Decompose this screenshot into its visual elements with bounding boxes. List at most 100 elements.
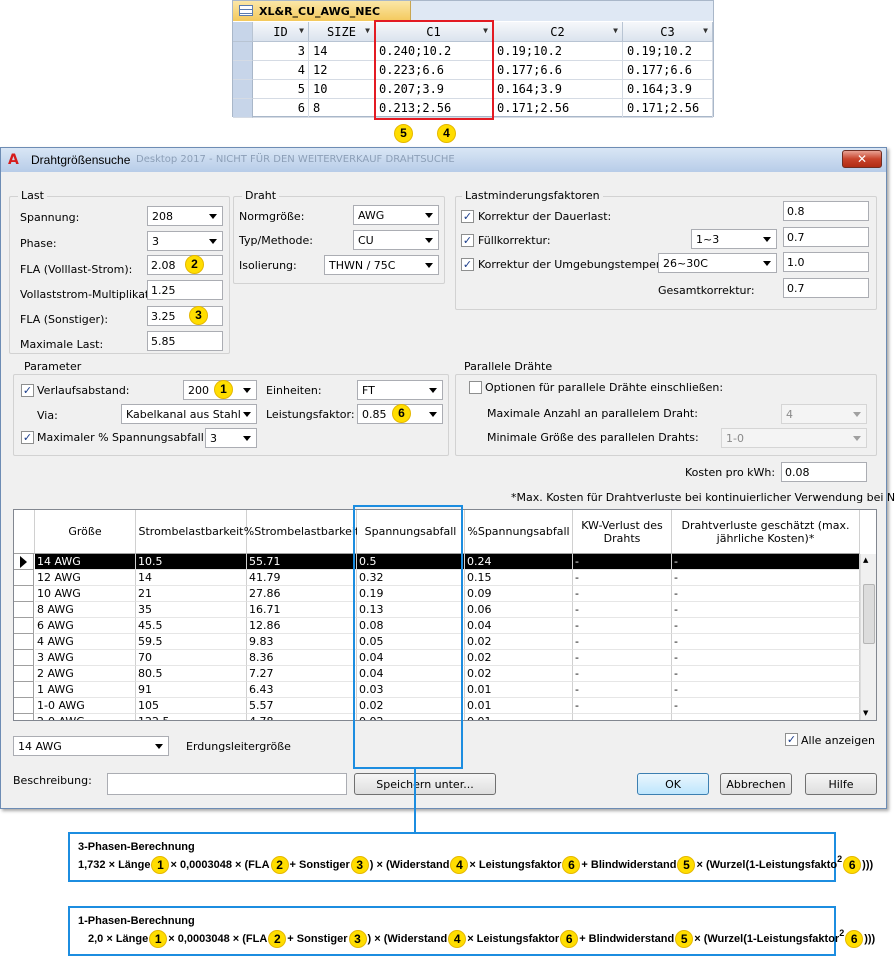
checkbox-max-abfall[interactable]: ✓ [21, 431, 34, 444]
checkbox-fuellkorrektur[interactable]: ✓ [461, 234, 474, 247]
select-parallel-min[interactable]: 1-0 [721, 428, 867, 448]
select-erdung[interactable]: 14 AWG [13, 736, 169, 756]
table-cell-id[interactable]: 4 [253, 61, 309, 80]
input-beschreibung[interactable] [107, 773, 347, 795]
grid-cell[interactable]: 3 AWG [35, 650, 136, 666]
input-fuellkorrektur[interactable]: 0.7 [783, 227, 869, 247]
select-normgroesse[interactable]: AWG [353, 205, 439, 225]
checkbox-umgebung[interactable]: ✓ [461, 258, 474, 271]
grid-cell[interactable]: 2 AWG [35, 666, 136, 682]
table-cell-size[interactable]: 10 [309, 80, 375, 99]
help-button[interactable]: Hilfe [805, 773, 877, 795]
grid-cell[interactable]: - [573, 714, 672, 720]
grid-cell[interactable]: 122.5 [136, 714, 247, 720]
grid-cell[interactable]: 14 [136, 570, 247, 586]
grid-cell[interactable]: 0.01 [465, 682, 573, 698]
grid-cell[interactable]: 35 [136, 602, 247, 618]
grid-cell[interactable]: - [573, 698, 672, 714]
grid-cell[interactable]: 6.43 [247, 682, 357, 698]
row-header[interactable] [14, 634, 34, 650]
grid-cell[interactable]: 27.86 [247, 586, 357, 602]
table-cell-id[interactable]: 6 [253, 99, 309, 118]
row-header[interactable] [14, 586, 34, 602]
table-cell-size[interactable]: 14 [309, 42, 375, 61]
select-parallel-max[interactable]: 4 [781, 404, 867, 424]
select-isolierung[interactable]: THWN / 75C [324, 255, 439, 275]
vertical-scrollbar[interactable]: ▲ ▼ [860, 554, 876, 720]
table-cell-c2[interactable]: 0.19;10.2 [493, 42, 623, 61]
cancel-button[interactable]: Abbrechen [720, 773, 792, 795]
grid-cell[interactable]: 0.06 [465, 602, 573, 618]
checkbox-dauerlast[interactable]: ✓ [461, 210, 474, 223]
grid-cell[interactable]: - [672, 554, 860, 570]
grid-cell[interactable]: 59.5 [136, 634, 247, 650]
select-einheiten[interactable]: FT [357, 380, 443, 400]
grid-cell[interactable]: 7.27 [247, 666, 357, 682]
scroll-up-icon[interactable]: ▲ [863, 556, 868, 564]
grid-cell[interactable]: 70 [136, 650, 247, 666]
table-cell-c3[interactable]: 0.19;10.2 [623, 42, 713, 61]
grid-cell[interactable]: - [672, 698, 860, 714]
scroll-thumb[interactable] [863, 584, 875, 644]
select-umgebung[interactable]: 26~30C [658, 253, 777, 273]
table-cell-id[interactable]: 3 [253, 42, 309, 61]
grid-header[interactable]: KW-Verlust des Drahts [573, 510, 672, 554]
select-max-abfall[interactable]: 3 [205, 428, 257, 448]
grid-cell[interactable]: 4.78 [247, 714, 357, 720]
grid-cell[interactable]: - [672, 586, 860, 602]
table-cell-c2[interactable]: 0.171;2.56 [493, 99, 623, 118]
grid-cell[interactable]: 0.04 [465, 618, 573, 634]
grid-cell[interactable]: - [573, 634, 672, 650]
table-cell-id[interactable]: 5 [253, 80, 309, 99]
table-cell-c3[interactable]: 0.177;6.6 [623, 61, 713, 80]
grid-cell[interactable]: - [573, 618, 672, 634]
row-header[interactable] [14, 666, 34, 682]
grid-cell[interactable]: 5.57 [247, 698, 357, 714]
grid-cell[interactable]: 0.01 [465, 698, 573, 714]
grid-cell[interactable]: 45.5 [136, 618, 247, 634]
grid-cell[interactable]: 0.01 [465, 714, 573, 720]
input-multiplikator[interactable]: 1.25 [147, 280, 223, 300]
column-header-id[interactable]: ID ▼ [253, 22, 309, 42]
grid-cell[interactable]: 0.09 [465, 586, 573, 602]
input-maximale-last[interactable]: 5.85 [147, 331, 223, 351]
grid-cell[interactable]: - [573, 650, 672, 666]
grid-cell[interactable]: - [672, 714, 860, 720]
grid-cell[interactable]: 55.71 [247, 554, 357, 570]
input-umgebung[interactable]: 1.0 [783, 252, 869, 272]
input-fla-sonstiger[interactable]: 3.25 [147, 306, 223, 326]
grid-cell[interactable]: 10.5 [136, 554, 247, 570]
grid-cell[interactable]: - [573, 586, 672, 602]
table-cell-c3[interactable]: 0.164;3.9 [623, 80, 713, 99]
grid-header[interactable]: Größe [35, 510, 136, 554]
select-via[interactable]: Kabelkanal aus Stahl [121, 404, 257, 424]
grid-cell[interactable]: 1 AWG [35, 682, 136, 698]
save-as-button[interactable]: Speichern unter... [354, 773, 496, 795]
table-cell-size[interactable]: 12 [309, 61, 375, 80]
column-header-c3[interactable]: C3 ▼ [623, 22, 713, 42]
grid-cell[interactable]: - [672, 666, 860, 682]
row-selector[interactable] [233, 42, 253, 61]
row-selector[interactable] [233, 80, 253, 99]
grid-cell[interactable]: - [573, 570, 672, 586]
grid-cell[interactable]: 21 [136, 586, 247, 602]
close-button[interactable]: ✕ [842, 150, 882, 168]
grid-header[interactable]: %Spannungsabfall [465, 510, 573, 554]
row-header[interactable] [14, 570, 34, 586]
table-cell-c2[interactable]: 0.177;6.6 [493, 61, 623, 80]
table-cell-size[interactable]: 8 [309, 99, 375, 118]
grid-header[interactable]: Strombelastbarkeit [136, 510, 247, 554]
grid-cell[interactable]: 8 AWG [35, 602, 136, 618]
grid-cell[interactable]: - [672, 602, 860, 618]
row-header[interactable] [14, 650, 34, 666]
checkbox-verlauf[interactable]: ✓ [21, 384, 34, 397]
grid-cell[interactable]: 6 AWG [35, 618, 136, 634]
row-header[interactable] [14, 698, 34, 714]
grid-cell[interactable]: 0.02 [465, 634, 573, 650]
grid-cell[interactable]: 14 AWG [35, 554, 136, 570]
grid-cell[interactable]: 0.15 [465, 570, 573, 586]
row-header[interactable] [14, 554, 34, 570]
grid-cell[interactable]: 41.79 [247, 570, 357, 586]
grid-cell[interactable]: 0.02 [465, 666, 573, 682]
row-header[interactable] [14, 714, 34, 720]
